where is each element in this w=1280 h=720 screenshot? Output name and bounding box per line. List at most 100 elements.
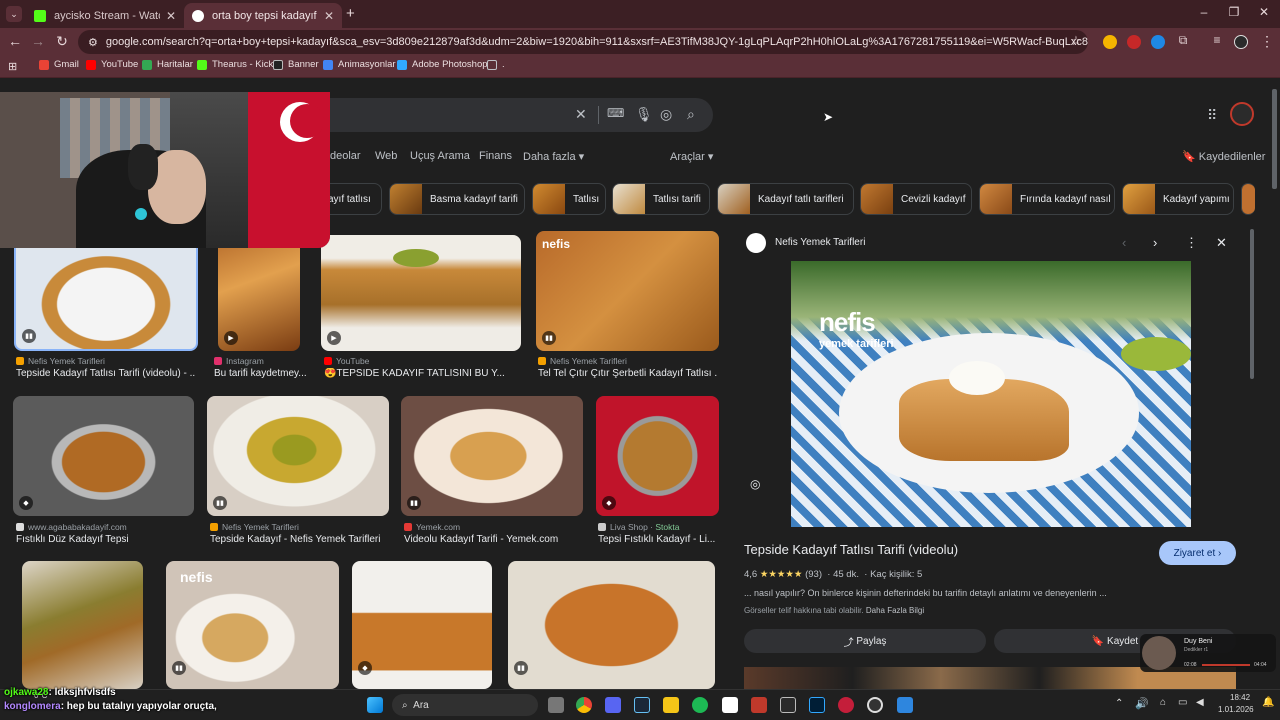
bookmark-youtube[interactable]: YouTube — [86, 59, 138, 70]
lens-search-icon[interactable]: ◎ — [750, 477, 760, 491]
suggestion-chip[interactable]: Tatlısı tarifi — [612, 183, 710, 215]
obs-icon[interactable] — [867, 697, 883, 713]
spotify-icon[interactable] — [692, 697, 708, 713]
address-bar[interactable]: ⚙ google.com/search?q=orta+boy+tepsi+kad… — [78, 30, 1088, 54]
visit-button[interactable]: Ziyaret et › — [1159, 541, 1236, 565]
tools-button[interactable]: Araçlar ▾ — [670, 150, 713, 163]
steam-icon[interactable] — [634, 697, 650, 713]
app-icon[interactable] — [897, 697, 913, 713]
network-icon[interactable]: ⌂ — [1160, 697, 1166, 708]
app-icon[interactable] — [751, 697, 767, 713]
tab-more[interactable]: Daha fazla ▾ — [523, 150, 584, 163]
photoshop-icon[interactable] — [809, 697, 825, 713]
result-title[interactable]: Tepside Kadayıf - Nefis Yemek Tarifleri — [210, 534, 390, 545]
new-tab-button[interactable]: + — [346, 5, 355, 22]
result-image[interactable]: ◆ — [596, 396, 719, 516]
minimize-button[interactable]: – — [1193, 5, 1215, 19]
result-title[interactable]: Tepsi Fıstıklı Kadayıf - Li... — [598, 534, 718, 545]
clear-icon[interactable]: ✕ — [575, 106, 587, 123]
bookmark-kick[interactable]: Thearus - Kick — [197, 59, 273, 70]
page-scrollbar[interactable] — [1272, 89, 1277, 189]
suggestion-chip[interactable]: Basma kadayıf tarifi — [389, 183, 525, 215]
suggestion-chip[interactable]: Kadayıf tatlı tarifleri — [717, 183, 854, 215]
extensions-puzzle-icon[interactable]: ⧉ — [1173, 33, 1193, 48]
result-image[interactable]: ▮▮ — [207, 396, 389, 516]
bookmark-photoshop[interactable]: Adobe Photoshop — [397, 59, 488, 70]
close-icon[interactable]: ✕ — [166, 9, 176, 23]
apps-grid-icon[interactable]: ⊞ — [8, 60, 17, 73]
tab-google[interactable]: orta boy tepsi kadayıf - Google ✕ — [184, 3, 342, 28]
bookmark-star-icon[interactable]: ☆ — [1066, 33, 1086, 49]
preview-image[interactable]: nefis yemek tarifleri — [791, 261, 1191, 527]
capcut-icon[interactable] — [722, 697, 738, 713]
saved-button[interactable]: 🔖 Kaydedilenler — [1182, 150, 1265, 163]
result-title[interactable]: Tepside Kadayıf Tatlısı Tarifi (videolu)… — [16, 368, 196, 379]
result-image[interactable]: nefis ▮▮ — [536, 231, 719, 351]
tab-finance[interactable]: Finans — [479, 150, 512, 162]
tab-videos[interactable]: deolar — [330, 150, 361, 162]
lens-icon[interactable]: ◎ — [660, 106, 672, 123]
suggestion-chip[interactable]: Cevizli kadayıf — [860, 183, 972, 215]
tray-overflow-icon[interactable]: ⌃ — [1115, 698, 1123, 709]
volume-icon[interactable]: ◀ — [1196, 697, 1204, 708]
chrome-menu-icon[interactable]: ⋮ — [1257, 33, 1277, 50]
profile-avatar[interactable] — [1234, 35, 1248, 49]
bookmark-maps[interactable]: Haritalar — [142, 59, 193, 70]
window-close-button[interactable]: ✕ — [1253, 5, 1275, 19]
tab-search-button[interactable]: ⌄ — [6, 6, 22, 22]
panel-title[interactable]: Tepside Kadayıf Tatlısı Tarifi (videolu) — [744, 542, 958, 557]
maximize-button[interactable]: ❐ — [1223, 5, 1245, 19]
bookmark-animations[interactable]: Animasyonlar — [323, 59, 396, 70]
result-title[interactable]: Tel Tel Çıtır Çıtır Şerbetli Kadayıf Tat… — [538, 368, 718, 379]
extension-icon[interactable] — [1151, 35, 1165, 49]
result-image[interactable]: nefis ▮▮ — [166, 561, 339, 689]
result-title[interactable]: Bu tarifi kaydetmey... — [214, 368, 306, 379]
more-options-icon[interactable]: ⋮ — [1185, 235, 1198, 251]
keyboard-icon[interactable]: ⌨ — [607, 106, 624, 120]
result-image[interactable]: ▶ — [218, 235, 300, 351]
result-image[interactable]: ▮▮ — [508, 561, 715, 689]
notification-icon[interactable]: 🔔 — [1262, 697, 1274, 708]
epic-games-icon[interactable] — [780, 697, 796, 713]
close-icon[interactable]: ✕ — [1216, 235, 1227, 251]
site-info-icon[interactable]: ⚙ — [88, 36, 98, 49]
taskbar-search[interactable]: ⌕ Ara — [392, 694, 538, 716]
bookmark-folder[interactable]: . — [487, 59, 505, 70]
tab-web[interactable]: Web — [375, 150, 397, 162]
suggestion-chip[interactable] — [1241, 183, 1255, 215]
result-title[interactable]: 😍TEPSİDE KADAYIF TATLISINI BU Y... — [324, 368, 508, 379]
media-controls-icon[interactable]: ≡ — [1207, 33, 1227, 47]
forward-button[interactable]: → — [28, 33, 48, 49]
result-image[interactable]: ▮▮ — [14, 235, 198, 351]
clock-date[interactable]: 1.01.2026 — [1218, 705, 1254, 714]
task-view-icon[interactable] — [548, 697, 564, 713]
prev-icon[interactable]: ‹ — [1122, 235, 1126, 250]
result-image[interactable]: ▮▮ — [401, 396, 583, 516]
suggestion-chip[interactable]: Kadayıf yapımı — [1122, 183, 1234, 215]
account-avatar[interactable] — [1230, 102, 1254, 126]
tab-flights[interactable]: Uçuş Arama — [410, 150, 470, 162]
scrollbar[interactable] — [1250, 229, 1254, 379]
result-title[interactable]: Fıstıklı Düz Kadayıf Tepsi — [16, 534, 196, 545]
extension-icon[interactable] — [1127, 35, 1141, 49]
suggestion-chip[interactable]: Tatlısı — [532, 183, 606, 215]
share-button[interactable]: ⤴ Paylaş — [744, 629, 986, 653]
result-image[interactable]: ▶ — [321, 235, 521, 351]
result-title[interactable]: Videolu Kadayıf Tarifi - Yemek.com — [404, 534, 584, 545]
battery-icon[interactable]: ▭ — [1178, 697, 1187, 708]
tab-kick[interactable]: aycisko Stream - Watch Live on ✕ — [26, 3, 184, 28]
more-info-link[interactable]: Daha Fazla Bilgi — [866, 606, 924, 615]
chrome-icon[interactable] — [576, 697, 592, 713]
result-image[interactable]: ◆ — [352, 561, 492, 689]
close-icon[interactable]: ✕ — [324, 9, 334, 23]
search-icon[interactable]: ⌕ — [687, 106, 695, 123]
suggestion-chip[interactable]: Fırında kadayıf nasıl — [979, 183, 1115, 215]
bookmark-gmail[interactable]: Gmail — [39, 59, 79, 70]
extension-icon[interactable] — [1103, 35, 1117, 49]
back-button[interactable]: ← — [5, 33, 25, 49]
panel-site-name[interactable]: Nefis Yemek Tarifleri — [775, 237, 865, 248]
microphone-icon[interactable]: 🎙 — [635, 106, 653, 123]
reload-button[interactable]: ↻ — [52, 33, 72, 50]
app-icon[interactable] — [838, 697, 854, 713]
bookmark-banner[interactable]: Banner — [273, 59, 319, 70]
